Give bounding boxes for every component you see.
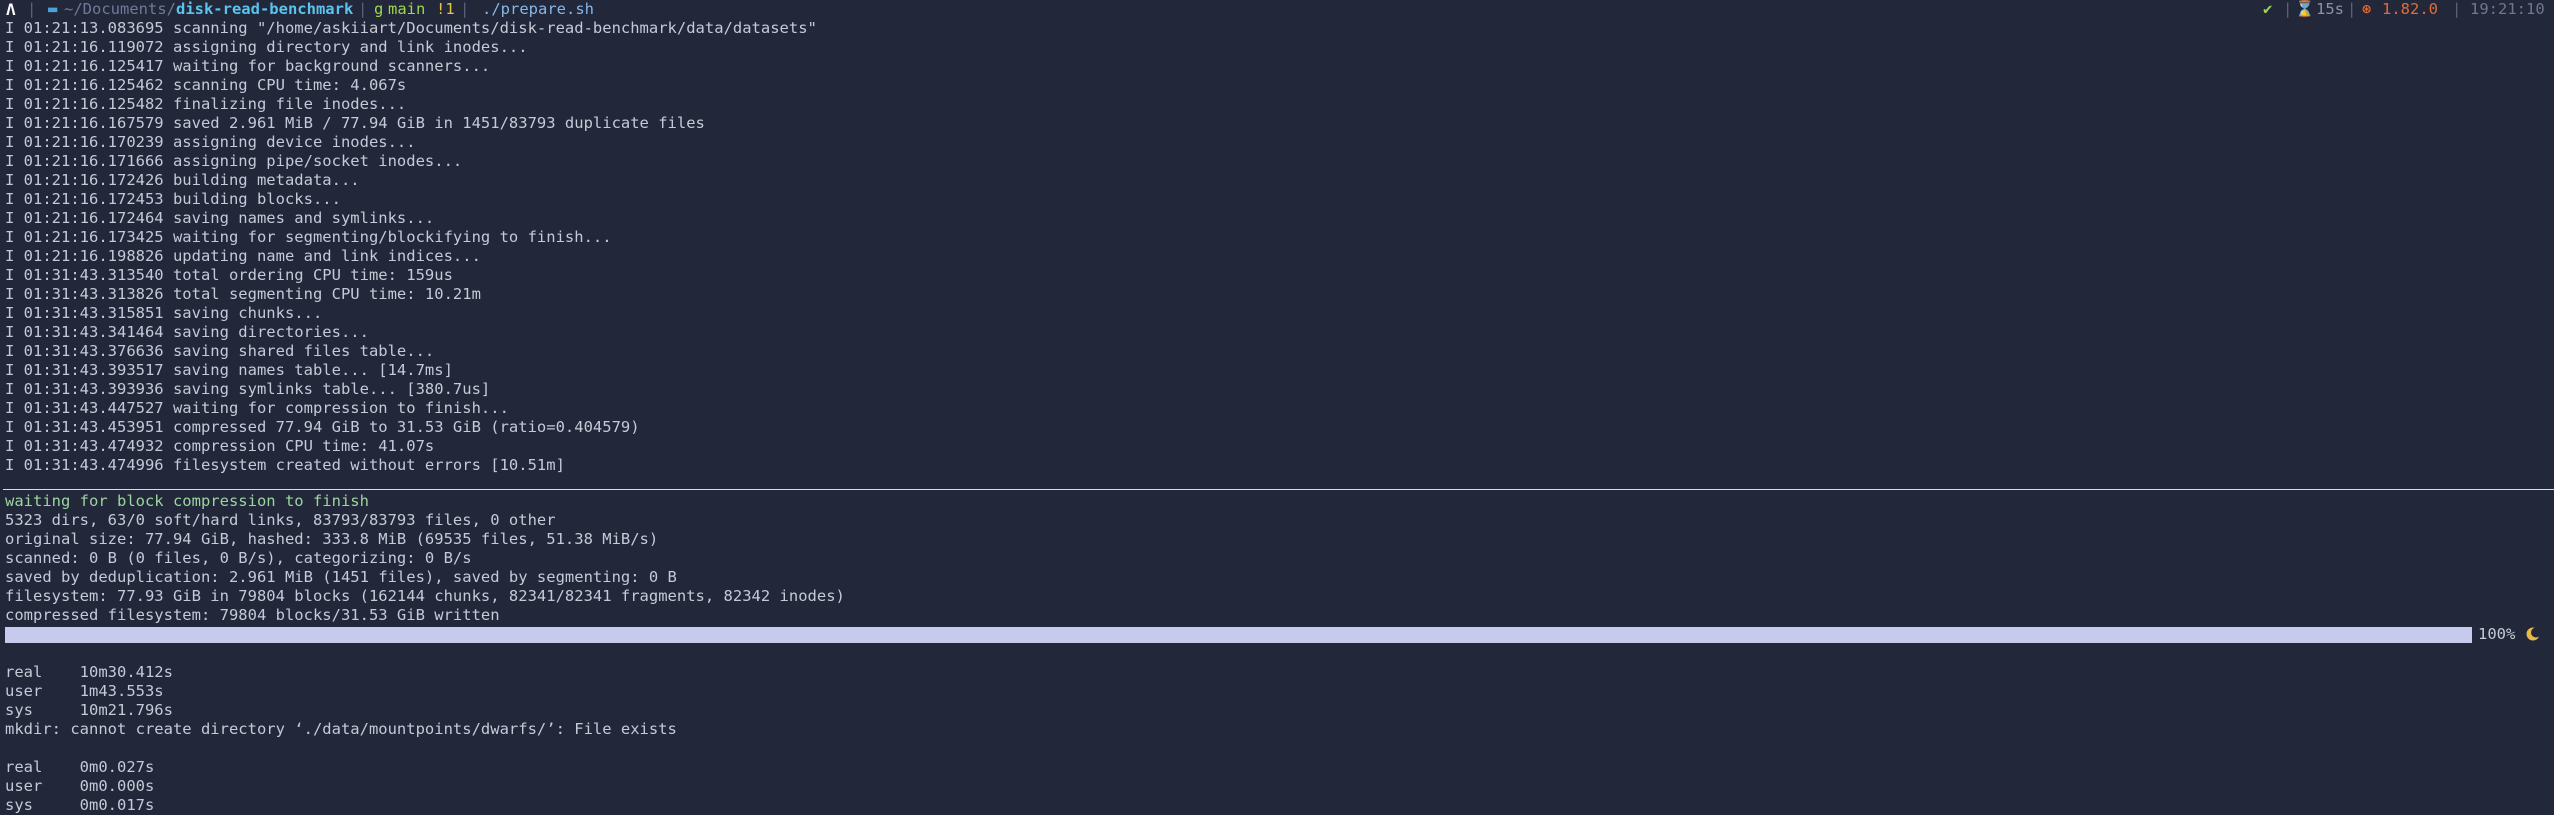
prompt-separator: | xyxy=(460,0,470,18)
log-line: I 01:31:43.313540 total ordering CPU tim… xyxy=(5,266,453,284)
status-heading: waiting for block compression to finish xyxy=(5,492,369,510)
log-line: I 01:21:16.172453 building blocks... xyxy=(5,190,341,208)
log-line: I 01:21:16.171666 assigning pipe/socket … xyxy=(5,152,463,170)
prompt-separator: | xyxy=(27,0,37,18)
log-line: I 01:31:43.315851 saving chunks... xyxy=(5,304,323,322)
log-line: I 01:21:13.083695 scanning "/home/askiia… xyxy=(5,19,817,37)
log-line: I 01:31:43.474996 filesystem created wit… xyxy=(5,456,565,474)
git-status-indicator: !1 xyxy=(436,0,455,18)
git-branch-name: main xyxy=(388,0,426,18)
log-line: I 01:31:43.341464 saving directories... xyxy=(5,323,369,341)
log-line: I 01:21:16.198826 updating name and link… xyxy=(5,247,481,265)
timing-user: user 1m43.553s xyxy=(5,682,164,700)
status-line: scanned: 0 B (0 files, 0 B/s), categoriz… xyxy=(5,549,472,567)
path-current-dir: disk-read-benchmark xyxy=(175,0,354,18)
status-line: saved by deduplication: 2.961 MiB (1451 … xyxy=(5,568,677,586)
moon-icon xyxy=(2526,627,2540,641)
log-line: I 01:31:43.393517 saving names table... … xyxy=(5,361,453,379)
prompt-separator: | xyxy=(2452,0,2462,18)
rust-version: 1.82.0 xyxy=(2382,0,2438,18)
status-line: filesystem: 77.93 GiB in 79804 blocks (1… xyxy=(5,587,845,605)
log-line: I 01:21:16.125417 waiting for background… xyxy=(5,57,491,75)
hourglass-icon: ⌛ xyxy=(2295,0,2315,18)
prompt-separator: | xyxy=(2347,0,2357,18)
log-line: I 01:31:43.474932 compression CPU time: … xyxy=(5,437,435,455)
shell-prompt: Λ | ▬ ~/Documents/disk-read-benchmark | … xyxy=(0,0,2554,19)
timing-real: real 10m30.412s xyxy=(5,663,173,681)
progress-bar xyxy=(5,627,2472,643)
prompt-clock: 19:21:10 xyxy=(2470,0,2545,18)
prompt-separator: | xyxy=(358,0,368,18)
status-line: original size: 77.94 GiB, hashed: 333.8 … xyxy=(5,530,659,548)
timing-user: user 0m0.000s xyxy=(5,777,155,795)
progress-percent: 100% xyxy=(2478,625,2516,643)
arch-linux-icon: Λ xyxy=(6,0,16,19)
log-line: I 01:21:16.172464 saving names and symli… xyxy=(5,209,435,227)
prompt-separator: | xyxy=(2283,0,2293,18)
log-line: I 01:31:43.376636 saving shared files ta… xyxy=(5,342,435,360)
log-line: I 01:21:16.125462 scanning CPU time: 4.0… xyxy=(5,76,407,94)
status-line: compressed filesystem: 79804 blocks/31.5… xyxy=(5,606,500,624)
success-check-icon: ✔ xyxy=(2263,0,2273,18)
progress-bar-fill xyxy=(5,627,2472,643)
log-line: I 01:31:43.313826 total segmenting CPU t… xyxy=(5,285,481,303)
timing-sys: sys 10m21.796s xyxy=(5,701,173,719)
timing-real: real 0m0.027s xyxy=(5,758,155,776)
log-line: I 01:31:43.447527 waiting for compressio… xyxy=(5,399,509,417)
command-text: ./prepare.sh xyxy=(482,0,594,18)
progress-divider xyxy=(3,489,2554,490)
folder-icon: ▬ xyxy=(48,0,58,18)
git-branch-icon: g xyxy=(374,0,384,18)
log-line: I 01:21:16.170239 assigning device inode… xyxy=(5,133,416,151)
log-line: I 01:21:16.125482 finalizing file inodes… xyxy=(5,95,407,113)
log-line: I 01:21:16.119072 assigning directory an… xyxy=(5,38,528,56)
log-line: I 01:31:43.393936 saving symlinks table.… xyxy=(5,380,491,398)
rust-icon: ⊛ xyxy=(2362,0,2372,18)
command-duration: 15s xyxy=(2316,0,2344,18)
log-line: I 01:31:43.453951 compressed 77.94 GiB t… xyxy=(5,418,640,436)
timing-sys: sys 0m0.017s xyxy=(5,796,155,814)
log-line: I 01:21:16.167579 saved 2.961 MiB / 77.9… xyxy=(5,114,705,132)
status-line: 5323 dirs, 63/0 soft/hard links, 83793/8… xyxy=(5,511,556,529)
path-prefix: ~/Documents/ xyxy=(64,0,176,18)
current-path: ~/Documents/disk-read-benchmark xyxy=(64,0,353,19)
log-line: I 01:21:16.172426 building metadata... xyxy=(5,171,360,189)
error-message: mkdir: cannot create directory ‘./data/m… xyxy=(5,720,677,738)
log-line: I 01:21:16.173425 waiting for segmenting… xyxy=(5,228,612,246)
